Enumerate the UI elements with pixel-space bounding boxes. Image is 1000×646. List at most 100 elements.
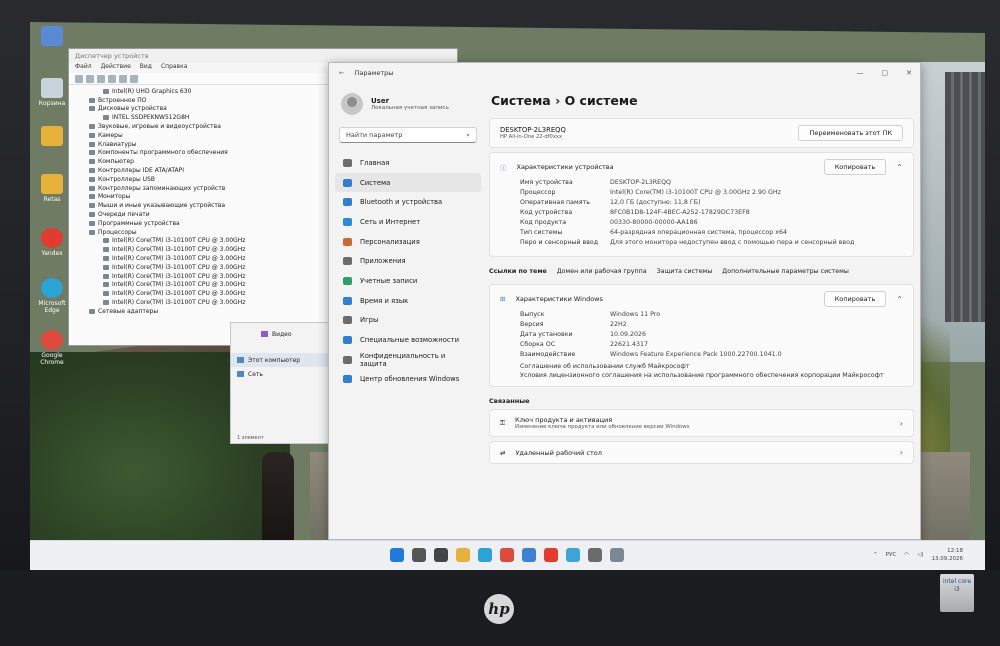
link-domain[interactable]: Домен или рабочая группа [557,268,647,275]
nav-item[interactable]: Приложения [335,251,481,271]
chevron-up-icon[interactable]: ⌃ [873,552,878,558]
window-title: Диспетчер устройств [69,49,457,63]
nav-item[interactable]: Специальные возможности [335,330,481,350]
remote-desktop-card[interactable]: ⇄ Удаленный рабочий стол › [489,441,914,464]
nav-item[interactable]: Сеть и Интернет [335,212,481,232]
maximize-button[interactable]: ▢ [882,69,889,77]
menu-action[interactable]: Действие [101,63,131,73]
nav-icon [343,296,352,305]
nav-item[interactable]: Учетные записи [335,271,481,291]
device-tree-label: Intel(R) Core(TM) i3-10100T CPU @ 3.00GH… [112,272,246,280]
category-icon [89,97,95,103]
devmgr-icon[interactable] [610,548,624,562]
chevron-up-icon[interactable]: ⌃ [896,295,903,304]
nav-item[interactable]: Главная [335,153,481,173]
nav-label: Приложения [360,257,406,266]
explorer-item-this-pc[interactable]: Этот компьютер [231,353,329,367]
search-input[interactable]: Найти параметр ⌕ [339,127,477,143]
category-icon [89,132,95,138]
start-icon[interactable] [390,548,404,562]
store-icon[interactable] [522,548,536,562]
chevron-up-icon[interactable]: ⌃ [896,163,903,172]
network-icon[interactable]: ◠ [904,552,909,558]
chrome-icon[interactable] [500,548,514,562]
device-model: HP All-in-One 22-df0xxx [500,134,563,140]
edge-icon[interactable] [478,548,492,562]
settings-icon[interactable] [588,548,602,562]
menu-file[interactable]: Файл [75,63,92,73]
device-tree-label: Камеры [98,131,123,139]
windows-spec-grid: Выпуск Windows 11 Pro Версия 22H2 Дата устан… [500,307,903,362]
clock[interactable]: 12:18 13.09.2026 [932,547,964,563]
explorer-window[interactable]: Видео Этот компьютер Сеть 1 элемент [230,322,330,444]
rename-pc-button[interactable]: Переименовать этот ПК [798,125,903,141]
link-system-protection[interactable]: Защита системы [657,268,713,275]
spec-label: Код устройства [520,209,573,216]
nav-item[interactable]: Центр обновления Windows [335,370,481,390]
copy-device-specs-button[interactable]: Копировать [823,159,887,175]
forward-icon[interactable] [86,75,94,83]
explorer-item-video[interactable]: Видео [231,327,329,341]
desktop-icon-retas[interactable]: Retas [34,174,70,203]
yandex-icon [41,228,63,248]
device-icon [103,115,109,121]
system-tray: ⌃ РУС ◠ ◁) 12:18 13.09.2026 [873,547,963,563]
search-icon[interactable] [412,548,426,562]
explorer-icon[interactable] [456,548,470,562]
device-tree-label: Intel(R) Core(TM) i3-10100T CPU @ 3.00GH… [112,237,246,245]
nav-item[interactable]: Персонализация [335,232,481,252]
menu-view[interactable]: Вид [140,63,152,73]
wallpaper-tower [945,72,985,322]
yandex-icon[interactable] [544,548,558,562]
windows-logo-icon: ⊞ [500,295,506,303]
device-name-card: DESKTOP-2L3REQQ HP All-in-One 22-df0xxx П… [489,118,914,148]
desktop-icon-recycle[interactable]: Корзина [34,78,70,107]
window-icon [41,26,63,46]
minimize-button[interactable]: — [857,69,864,77]
back-arrow-icon[interactable]: ← [339,69,344,77]
taskview-icon[interactable] [434,548,448,562]
scan-icon[interactable] [119,75,127,83]
related-links: Ссылки по теме Домен или рабочая группа … [489,261,914,284]
device-specs-card: ⓘ Характеристики устройства Копировать ⌃ И… [489,152,914,257]
nav-item[interactable]: Конфиденциальность и защита [335,350,481,370]
nav-item[interactable]: Система [335,172,481,193]
nav-item[interactable]: Время и язык [335,291,481,311]
nav-label: Bluetooth и устройства [360,198,443,207]
explorer-item-label: Видео [272,330,292,338]
terms-services-link[interactable]: Соглашение об использовании служб Майкро… [500,362,903,371]
close-button[interactable]: ✕ [906,69,912,77]
user-profile[interactable]: User Локальная учетная запись [335,85,481,123]
device-tree-label: Встроенное ПО [98,96,147,104]
monitor-icon[interactable] [130,75,138,83]
device-tree-label: Процессоры [98,228,137,236]
menu-help[interactable]: Справка [161,63,187,73]
language-indicator[interactable]: РУС [886,552,897,558]
desktop-icon-blank[interactable] [34,26,70,48]
desktop-icon-chrome[interactable]: Google Chrome [34,330,70,366]
device-tree-label: Мониторы [98,193,131,201]
properties-icon[interactable] [97,75,105,83]
volume-icon[interactable]: ◁) [917,552,923,558]
settings-content: Система › О системе DESKTOP-2L3REQQ HP Al… [489,85,914,535]
settings-window[interactable]: ← Параметры — ▢ ✕ User Локальная учетная зап… [328,62,921,540]
terms-license-link[interactable]: Условия лицензионного соглашения на испо… [500,371,903,380]
device-tree-label: Контроллеры запоминающих устройств [98,184,226,192]
back-icon[interactable] [75,75,83,83]
nav-list: Главная Система Bluetooth и устройства Сеть… [335,153,481,389]
explorer-item-label: Сеть [248,370,263,378]
nav-item[interactable]: Bluetooth и устройства [335,192,481,212]
desktop-icon-folder[interactable] [34,126,70,148]
spec-value: 10.09.2026 [610,331,647,338]
desktop-icon-yandex[interactable]: Yandex [34,228,70,257]
link-advanced-settings[interactable]: Дополнительные параметры системы [722,268,849,275]
explorer-item-network[interactable]: Сеть [231,367,329,381]
copy-windows-specs-button[interactable]: Копировать [823,291,887,307]
nav-label: Конфиденциальность и защита [359,351,446,368]
photos-icon[interactable] [566,548,580,562]
product-key-card[interactable]: ⚿ Ключ продукта и активация Изменение ключ… [489,409,914,437]
help-icon[interactable] [108,75,116,83]
nav-icon [343,158,352,167]
nav-item[interactable]: Игры [335,311,481,331]
desktop-icon-edge[interactable]: Microsoft Edge [34,278,70,314]
